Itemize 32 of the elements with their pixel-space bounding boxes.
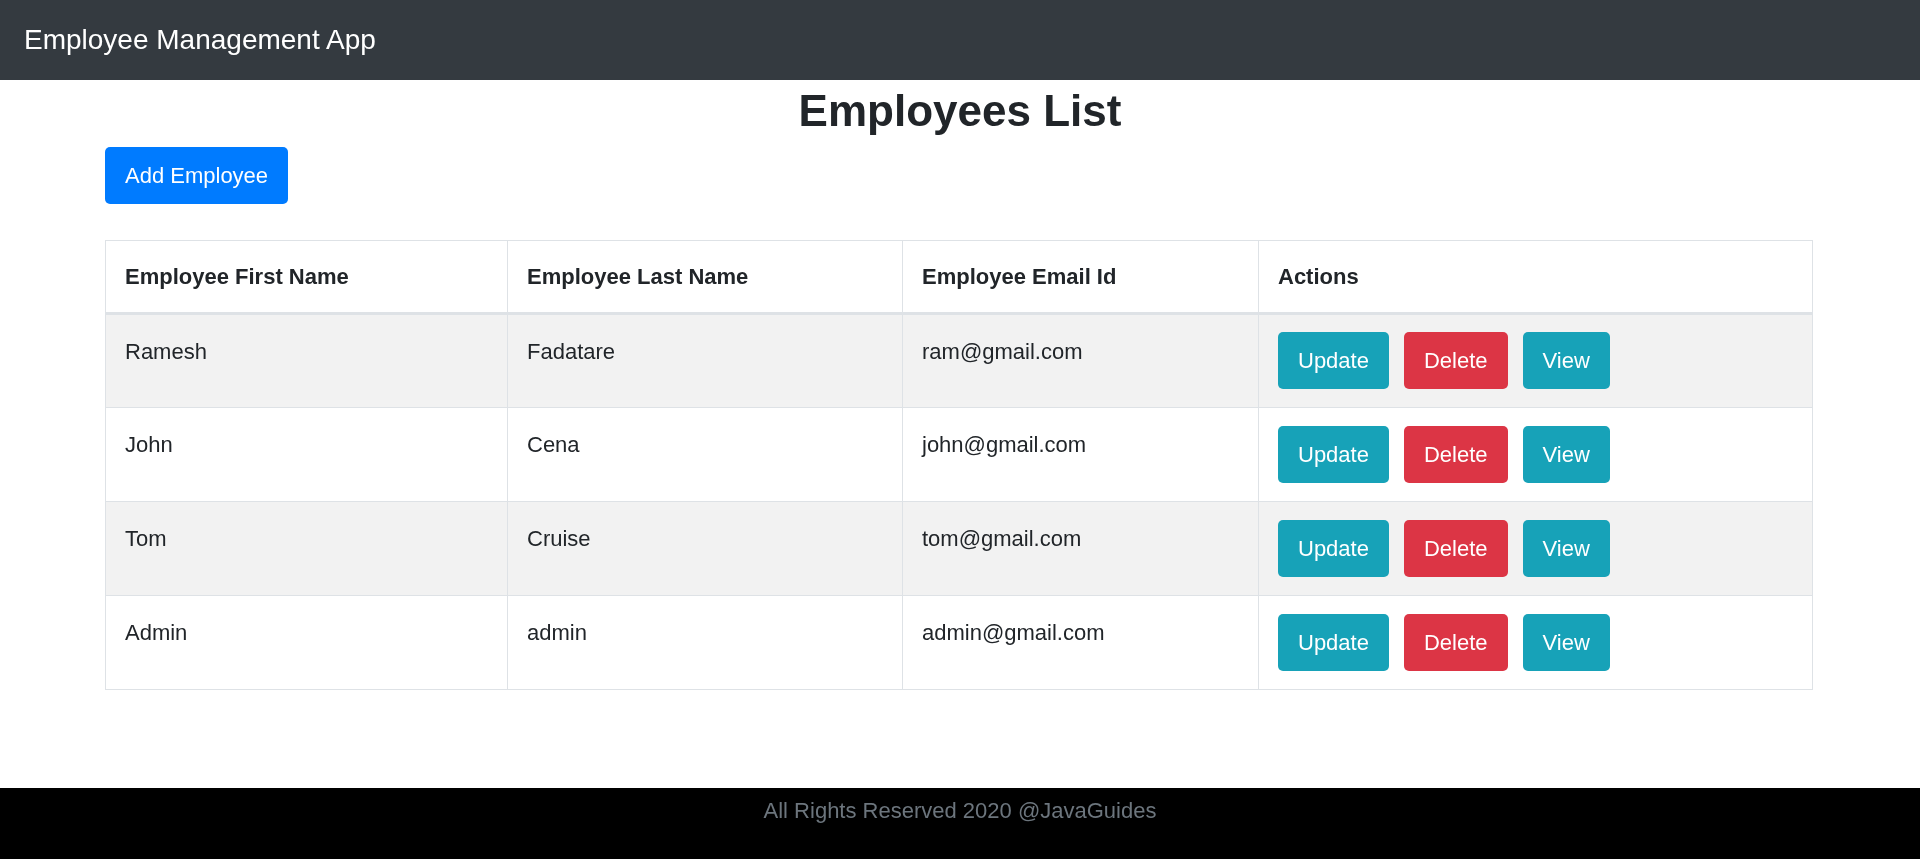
table-cell: john@gmail.com [902, 407, 1259, 502]
view-button[interactable]: View [1522, 425, 1610, 483]
view-button[interactable]: View [1522, 332, 1610, 390]
column-header: Employee First Name [105, 240, 508, 314]
update-button[interactable]: Update [1278, 425, 1389, 483]
add-employee-button[interactable]: Add Employee [105, 146, 289, 204]
delete-button[interactable]: Delete [1403, 332, 1508, 390]
table-cell: tom@gmail.com [902, 501, 1259, 596]
page-title: Employees List [798, 85, 1122, 137]
table-cell: Cena [507, 407, 903, 502]
view-button[interactable]: View [1522, 613, 1610, 671]
table-cell: ram@gmail.com [902, 313, 1259, 408]
table-cell: admin@gmail.com [902, 595, 1259, 690]
column-header: Employee Email Id [902, 240, 1259, 314]
table-cell: Admin [105, 595, 508, 690]
table-cell: Tom [105, 501, 508, 596]
table-cell: admin [507, 595, 903, 690]
update-button[interactable]: Update [1278, 613, 1389, 671]
table-cell: John [105, 407, 508, 502]
footer-text: All Rights Reserved 2020 @JavaGuides [763, 797, 1157, 825]
delete-button[interactable]: Delete [1403, 613, 1508, 671]
update-button[interactable]: Update [1278, 519, 1389, 577]
brand-link[interactable]: Employee Management App [24, 19, 376, 61]
delete-button[interactable]: Delete [1403, 425, 1508, 483]
table-cell: Fadatare [507, 313, 903, 408]
column-header: Employee Last Name [507, 240, 903, 314]
update-button[interactable]: Update [1278, 332, 1389, 390]
table-cell: Ramesh [105, 313, 508, 408]
delete-button[interactable]: Delete [1403, 519, 1508, 577]
view-button[interactable]: View [1522, 519, 1610, 577]
table-cell: Cruise [507, 501, 903, 596]
column-header: Actions [1258, 240, 1813, 314]
